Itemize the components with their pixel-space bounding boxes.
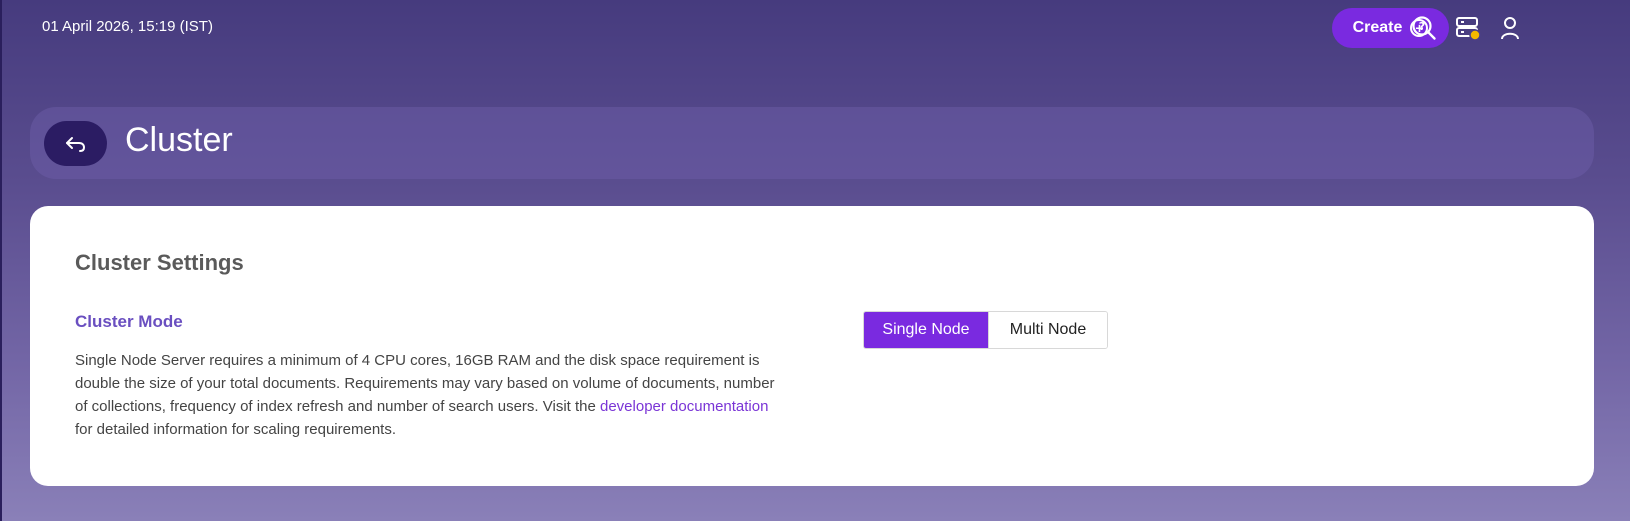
svg-text:?: ? — [1419, 20, 1425, 33]
section-title: Cluster Settings — [75, 250, 244, 275]
top-bar: 01 April 2026, 15:19 (IST) Create + ? — [2, 0, 1630, 56]
user-icon[interactable] — [1496, 14, 1524, 42]
back-arrow-icon — [65, 136, 85, 152]
description-text-end: for detailed information for scaling req… — [75, 421, 396, 438]
server-status-icon[interactable] — [1454, 14, 1482, 42]
cluster-mode-label: Cluster Mode — [75, 312, 183, 331]
developer-documentation-link[interactable]: developer documentation — [600, 398, 768, 415]
create-button-label: Create — [1352, 19, 1403, 36]
single-node-option[interactable]: Single Node — [864, 312, 988, 348]
back-button[interactable] — [44, 121, 107, 166]
cluster-settings-card: Cluster Settings Cluster Mode Single Nod… — [30, 206, 1594, 486]
page-title: Cluster — [125, 121, 233, 159]
multi-node-option[interactable]: Multi Node — [988, 312, 1107, 348]
cluster-mode-toggle: Single Node Multi Node — [863, 311, 1108, 349]
help-search-icon[interactable]: ? — [1410, 14, 1438, 42]
page-header: Cluster — [30, 107, 1594, 179]
cluster-mode-description: Single Node Server requires a minimum of… — [75, 349, 775, 441]
datetime-display: 01 April 2026, 15:19 (IST) — [42, 18, 213, 35]
